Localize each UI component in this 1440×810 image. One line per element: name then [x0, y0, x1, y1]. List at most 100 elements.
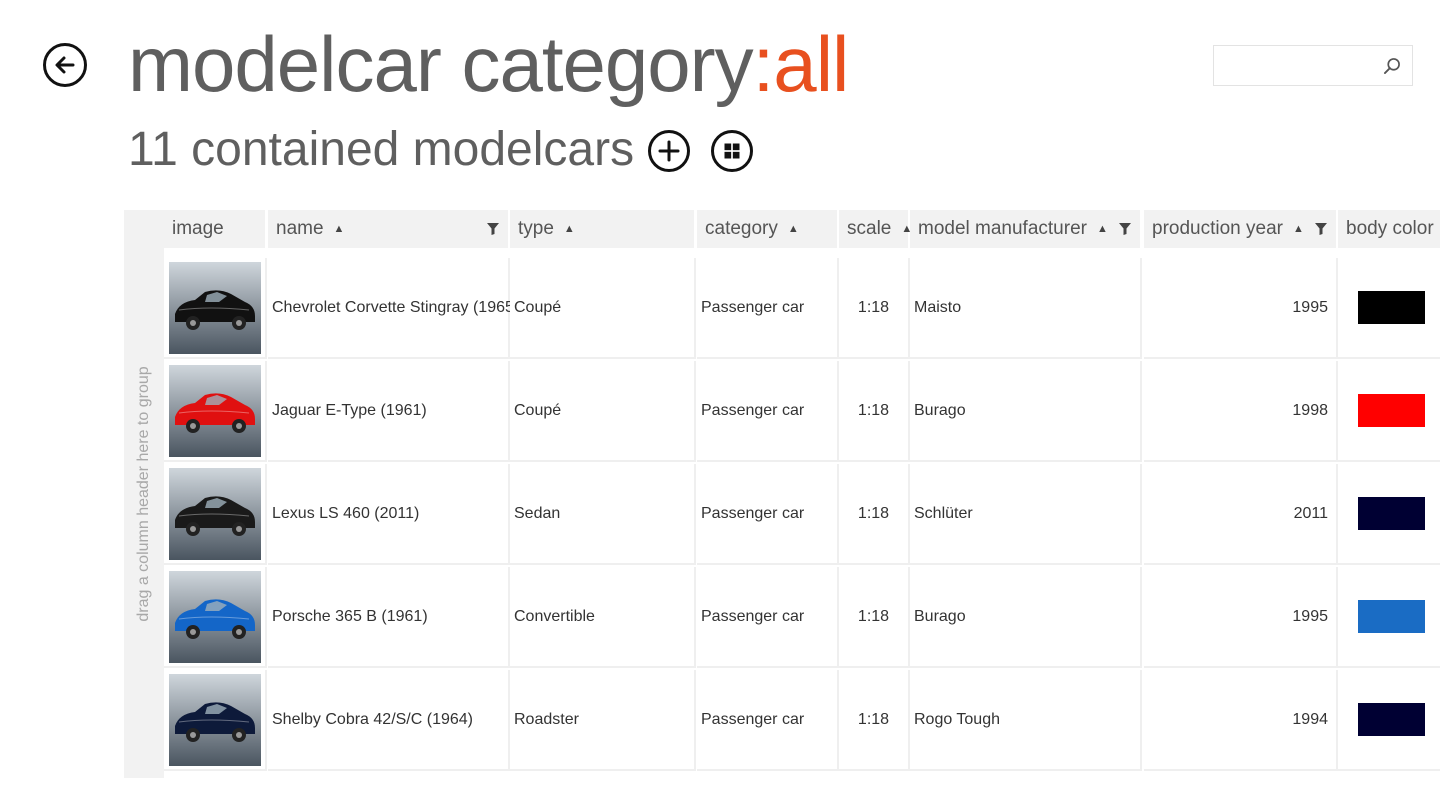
cell-year: 1995 [1144, 258, 1338, 359]
cell-text: 2011 [1293, 504, 1328, 522]
cell-category: Passenger car [697, 670, 839, 771]
cell-type: Convertible [510, 567, 696, 668]
search-icon[interactable] [1382, 56, 1402, 76]
cell-body-color [1338, 361, 1440, 462]
cell-text: Passenger car [701, 298, 805, 316]
cell-name: Porsche 365 B (1961) [268, 567, 510, 668]
cell-image [164, 361, 267, 462]
cell-name: Chevrolet Corvette Stingray (1965) [268, 258, 519, 359]
cell-text: Schlüter [914, 504, 973, 522]
filter-icon[interactable] [1118, 222, 1132, 236]
cell-text: Passenger car [701, 401, 805, 419]
cell-scale: 1:18 [839, 361, 910, 462]
cell-category: Passenger car [697, 361, 839, 462]
column-header-label: production year [1152, 218, 1283, 239]
cell-name: Jaguar E-Type (1961) [268, 361, 510, 462]
cell-name: Shelby Cobra 42/S/C (1964) [268, 670, 510, 771]
cell-text: 1:18 [857, 607, 890, 625]
cell-text: 1994 [1292, 710, 1328, 728]
cell-text: Coupé [514, 298, 562, 316]
sort-ascending-icon[interactable]: ▲ [564, 223, 575, 235]
cell-year: 1995 [1144, 567, 1338, 668]
plus-icon [658, 140, 680, 162]
color-swatch [1358, 600, 1425, 633]
color-swatch [1358, 497, 1425, 530]
column-header-scale[interactable]: scale ▲ [839, 210, 912, 248]
modelcar-image [169, 467, 261, 560]
cell-text: Passenger car [701, 710, 805, 728]
cell-body-color [1338, 464, 1440, 565]
arrow-left-icon [55, 56, 75, 74]
search-input[interactable] [1214, 46, 1374, 85]
modelcar-image [169, 261, 261, 354]
column-header-label: category [705, 218, 778, 239]
title-main: modelcar category [128, 20, 754, 108]
column-header-category[interactable]: category ▲ [697, 210, 837, 248]
page-subtitle: 11 contained modelcars [128, 123, 635, 176]
add-button[interactable] [648, 130, 690, 172]
cell-text: 1:18 [857, 298, 890, 316]
search-box[interactable] [1213, 45, 1413, 86]
cell-text: 1998 [1292, 401, 1328, 419]
cell-year: 2011 [1144, 464, 1338, 565]
cell-text: Maisto [914, 298, 962, 316]
cell-year: 1994 [1144, 670, 1338, 771]
cell-image [164, 670, 267, 771]
cell-manufacturer: Burago [910, 361, 1142, 462]
column-header-name[interactable]: name ▲ [268, 210, 508, 248]
title-accent: :all [752, 20, 850, 108]
cell-year: 1998 [1144, 361, 1338, 462]
cell-text: 1:18 [857, 504, 890, 522]
column-header-label: model manufacturer [918, 218, 1087, 239]
table-row[interactable]: Porsche 365 B (1961) Convertible Passenger… [164, 567, 1440, 669]
table-row[interactable]: Lexus LS 460 (2011) Sedan Passenger car 1:1… [164, 464, 1440, 566]
cell-text: Coupé [514, 401, 562, 419]
table-row[interactable]: Jaguar E-Type (1961) Coupé Passenger car 1:… [164, 361, 1440, 463]
column-header-label: scale [847, 218, 892, 239]
modelcar-image [169, 673, 261, 766]
cell-category: Passenger car [697, 258, 839, 359]
cell-text: Convertible [514, 607, 595, 625]
group-by-panel[interactable]: drag a column header here to group [124, 210, 164, 778]
column-header-label: body color [1346, 218, 1434, 239]
cell-text: Rogo Tough [914, 710, 1000, 728]
cell-scale: 1:18 [839, 258, 910, 359]
table-row[interactable]: Shelby Cobra 42/S/C (1964) Roadster Passen… [164, 670, 1440, 772]
cell-scale: 1:18 [839, 464, 910, 565]
cell-type: Coupé [510, 258, 696, 359]
cell-category: Passenger car [697, 567, 839, 668]
cell-manufacturer: Rogo Tough [910, 670, 1142, 771]
table-row[interactable]: Chevrolet Corvette Stingray (1965) Coupé P… [164, 258, 1440, 360]
column-header-type[interactable]: type ▲ [510, 210, 694, 248]
cell-manufacturer: Burago [910, 567, 1142, 668]
column-header-label: type [518, 218, 554, 239]
grid-view-button[interactable] [711, 130, 753, 172]
filter-icon[interactable] [486, 222, 500, 236]
column-header-label: image [172, 218, 224, 239]
filter-icon[interactable] [1314, 222, 1328, 236]
sort-ascending-icon[interactable]: ▲ [1293, 223, 1304, 235]
cell-category: Passenger car [697, 464, 839, 565]
column-header-year[interactable]: production year ▲ [1144, 210, 1336, 248]
sort-ascending-icon[interactable]: ▲ [334, 223, 345, 235]
column-header-color[interactable]: body color [1338, 210, 1440, 248]
grid-header: image name ▲ type ▲ category ▲ scale ▲ model manu… [164, 210, 1440, 248]
cell-text: 1995 [1292, 298, 1328, 316]
cell-text: Chevrolet Corvette Stingray (1965) [272, 298, 520, 316]
cell-scale: 1:18 [839, 670, 910, 771]
back-button[interactable] [43, 43, 87, 87]
column-header-manufacturer[interactable]: model manufacturer ▲ [910, 210, 1140, 248]
cell-type: Roadster [510, 670, 696, 771]
cell-body-color [1338, 670, 1440, 771]
column-header-image[interactable]: image [164, 210, 265, 248]
cell-image [164, 464, 267, 565]
cell-type: Coupé [510, 361, 696, 462]
cell-image [164, 258, 267, 359]
modelcar-grid: image name ▲ type ▲ category ▲ scale ▲ model manu… [164, 210, 1440, 778]
cell-text: Passenger car [701, 607, 805, 625]
cell-text: 1:18 [857, 710, 890, 728]
sort-ascending-icon[interactable]: ▲ [788, 223, 799, 235]
cell-text: Passenger car [701, 504, 805, 522]
sort-ascending-icon[interactable]: ▲ [1097, 223, 1108, 235]
cell-text: Sedan [514, 504, 561, 522]
